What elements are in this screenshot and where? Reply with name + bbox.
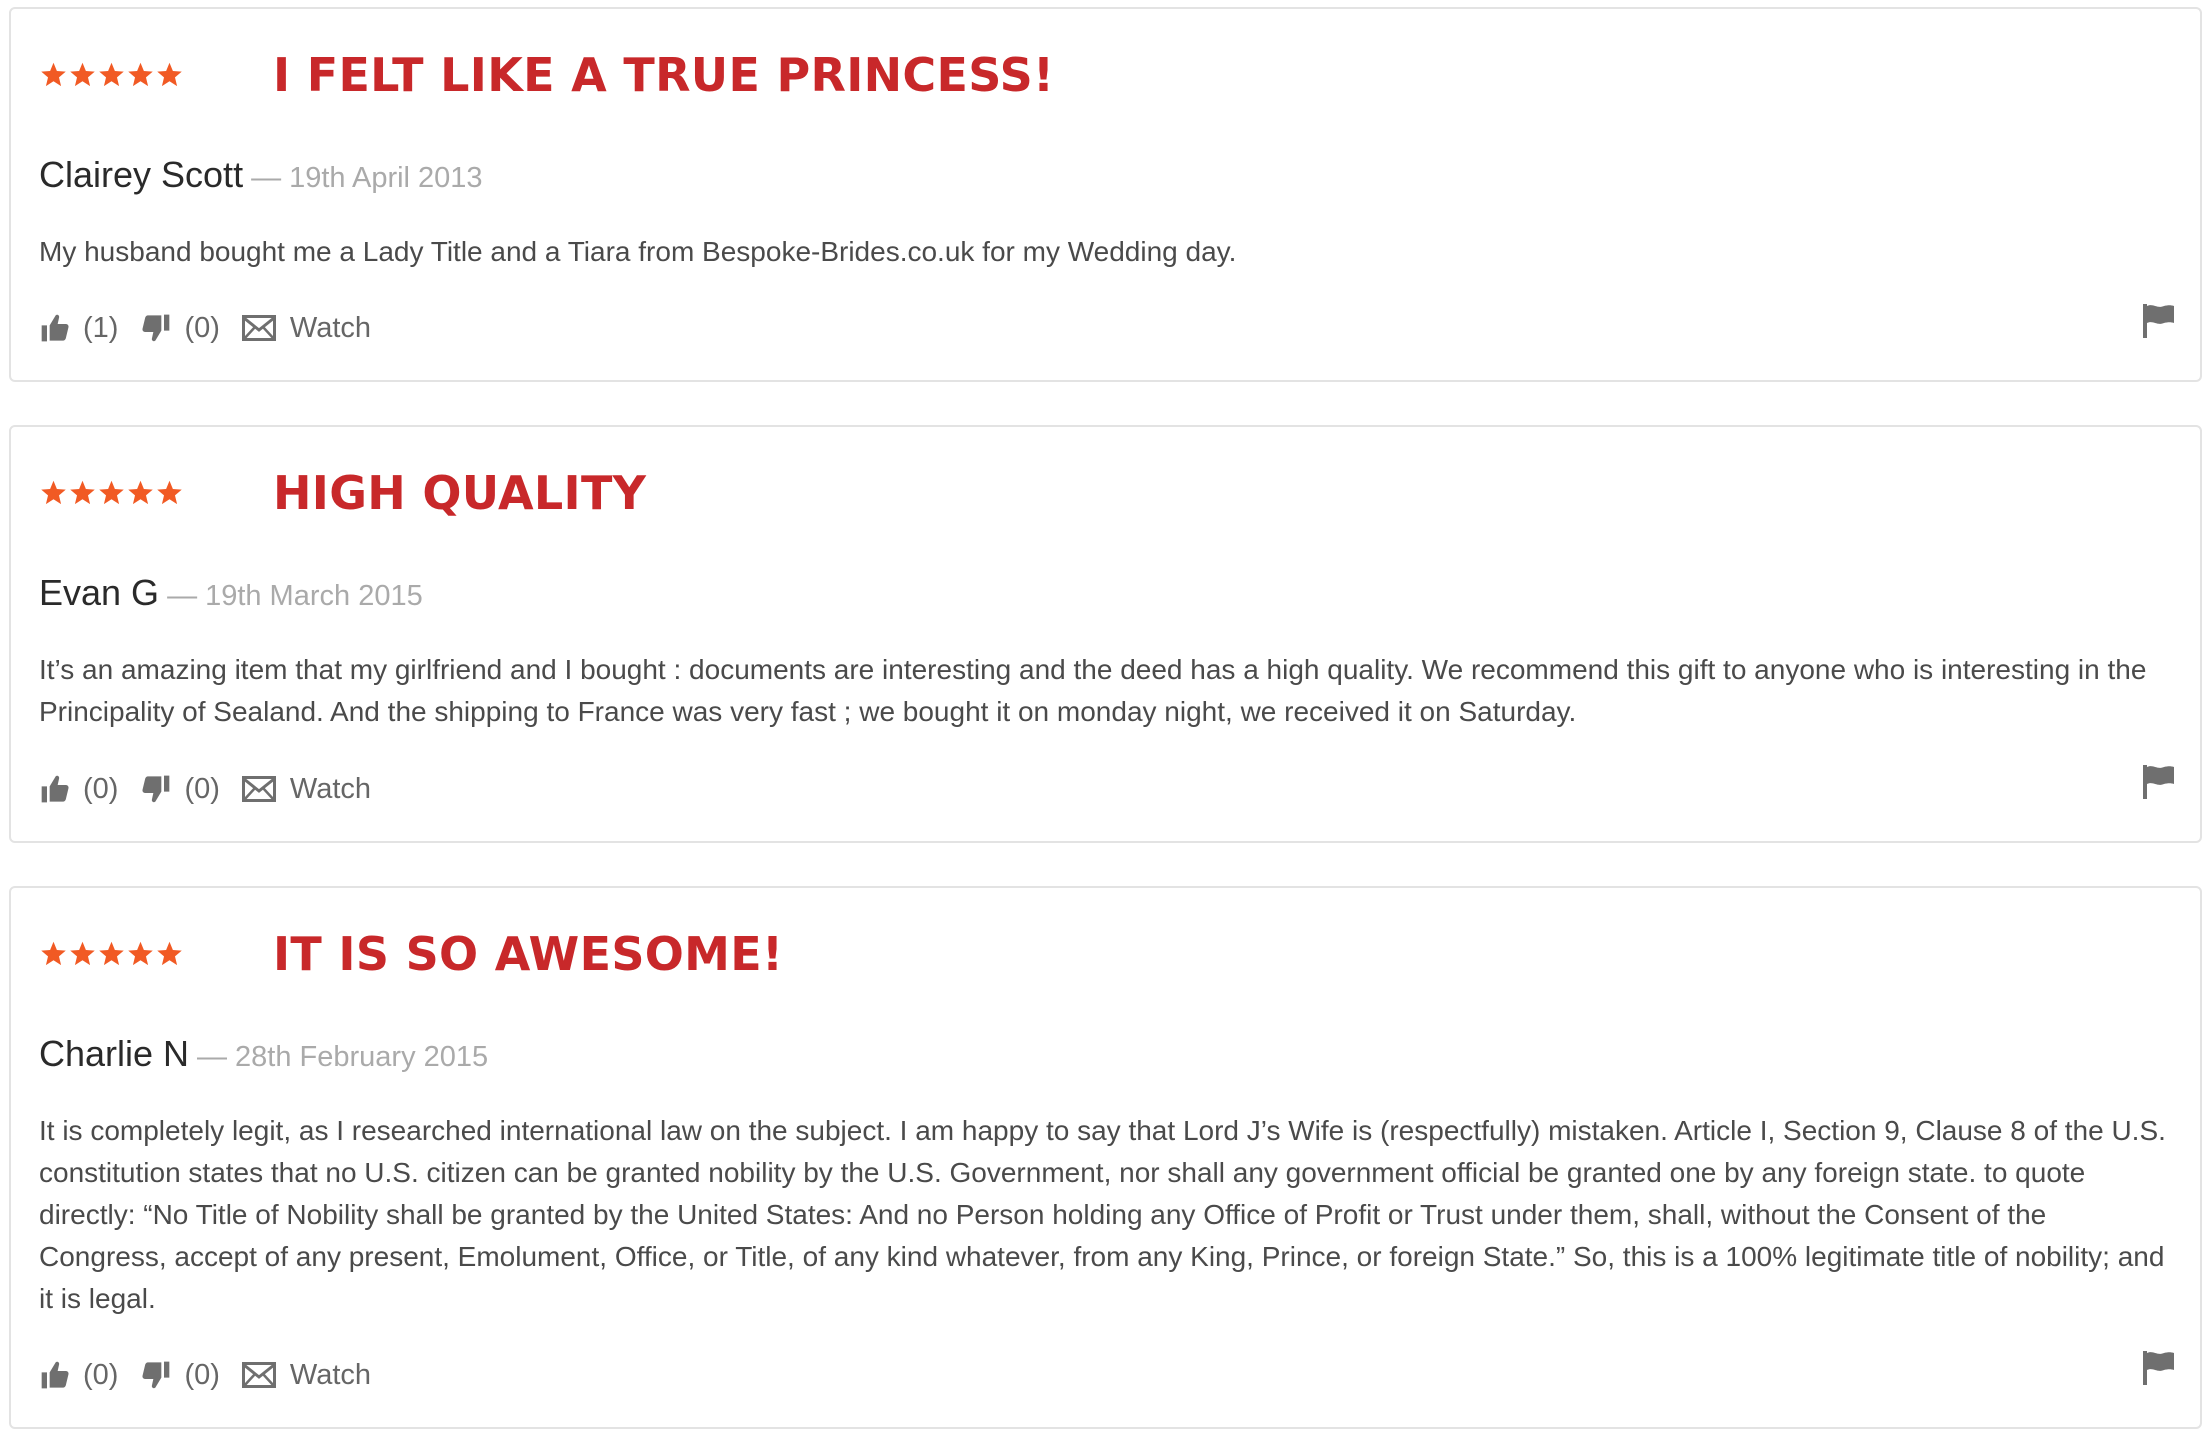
flag-icon: [2143, 304, 2174, 338]
downvote-count: (0): [184, 1358, 220, 1391]
upvote-count: (0): [83, 772, 119, 805]
meta-separator: —: [251, 161, 282, 194]
star-icon: [157, 941, 182, 966]
star-icon: [128, 941, 153, 966]
star-rating: [39, 61, 184, 89]
star-icon: [70, 62, 95, 87]
review-meta: Clairey Scott —19th April 2013: [39, 153, 483, 205]
star-icon: [128, 62, 153, 87]
upvote-count: (1): [83, 311, 119, 344]
flag-icon: [2143, 765, 2174, 799]
downvote-button[interactable]: (0): [140, 312, 241, 345]
review-author: Evan G: [39, 572, 160, 613]
flag-icon: [2143, 1351, 2174, 1385]
meta-separator: —: [167, 579, 198, 612]
review-actions: (0) (0) Watch: [39, 1353, 371, 1397]
star-rating: [39, 479, 184, 507]
watch-label: Watch: [289, 772, 372, 805]
watch-button[interactable]: Watch: [241, 311, 372, 345]
star-icon: [99, 62, 124, 87]
review-body: It is completely legit, as I researched …: [39, 1115, 2166, 1314]
star-icon: [70, 480, 95, 505]
review-date: 19th March 2015: [205, 580, 423, 612]
star-icon: [41, 941, 66, 966]
downvote-count: (0): [184, 772, 220, 805]
upvote-count: (0): [83, 1358, 119, 1391]
star-icon: [157, 480, 182, 505]
report-button[interactable]: [2142, 764, 2176, 805]
thumbs-down-icon: [142, 1361, 170, 1389]
review-title: I FELT LIKE A TRUE PRINCESS!: [273, 48, 1055, 102]
star-icon: [99, 480, 124, 505]
review-author: Clairey Scott: [39, 154, 244, 195]
review-date: 28th February 2015: [235, 1041, 489, 1073]
upvote-button[interactable]: (1): [39, 312, 140, 345]
watch-label: Watch: [289, 1358, 372, 1391]
review-actions: (0) (0) Watch: [39, 767, 371, 811]
review-author: Charlie N: [39, 1033, 190, 1074]
star-icon: [157, 62, 182, 87]
report-button[interactable]: [2142, 303, 2176, 344]
review-body: It’s an amazing item that my girlfriend …: [39, 654, 2147, 727]
review-title: IT IS SO AWESOME!: [273, 927, 784, 981]
review-title: HIGH QUALITY: [273, 466, 647, 520]
review-card: I FELT LIKE A TRUE PRINCESS! Clairey Sco…: [9, 7, 2202, 382]
star-icon: [41, 62, 66, 87]
watch-button[interactable]: Watch: [241, 1358, 372, 1392]
review-meta: Charlie N —28th February 2015: [39, 1032, 488, 1084]
thumbs-up-icon: [41, 314, 69, 342]
thumbs-down-icon: [142, 314, 170, 342]
watch-button[interactable]: Watch: [241, 772, 372, 806]
downvote-button[interactable]: (0): [140, 773, 241, 806]
review-meta: Evan G —19th March 2015: [39, 571, 423, 623]
star-icon: [128, 480, 153, 505]
envelope-icon: [241, 1362, 276, 1388]
star-icon: [70, 941, 95, 966]
review-card: IT IS SO AWESOME! Charlie N —28th Februar…: [9, 886, 2202, 1429]
thumbs-up-icon: [41, 775, 69, 803]
downvote-button[interactable]: (0): [140, 1359, 241, 1392]
envelope-icon: [241, 776, 276, 802]
meta-separator: —: [197, 1040, 228, 1073]
upvote-button[interactable]: (0): [39, 773, 140, 806]
star-icon: [41, 480, 66, 505]
thumbs-down-icon: [142, 775, 170, 803]
thumbs-up-icon: [41, 1361, 69, 1389]
review-date: 19th April 2013: [289, 162, 483, 194]
envelope-icon: [241, 315, 276, 341]
star-icon: [99, 941, 124, 966]
watch-label: Watch: [289, 311, 372, 344]
downvote-count: (0): [184, 311, 220, 344]
star-rating: [39, 940, 184, 968]
report-button[interactable]: [2142, 1350, 2176, 1391]
review-body: My husband bought me a Lady Title and a …: [39, 236, 1237, 267]
upvote-button[interactable]: (0): [39, 1359, 140, 1392]
review-actions: (1) (0) Watch: [39, 306, 371, 350]
review-card: HIGH QUALITY Evan G —19th March 2015 It’s…: [9, 425, 2202, 843]
